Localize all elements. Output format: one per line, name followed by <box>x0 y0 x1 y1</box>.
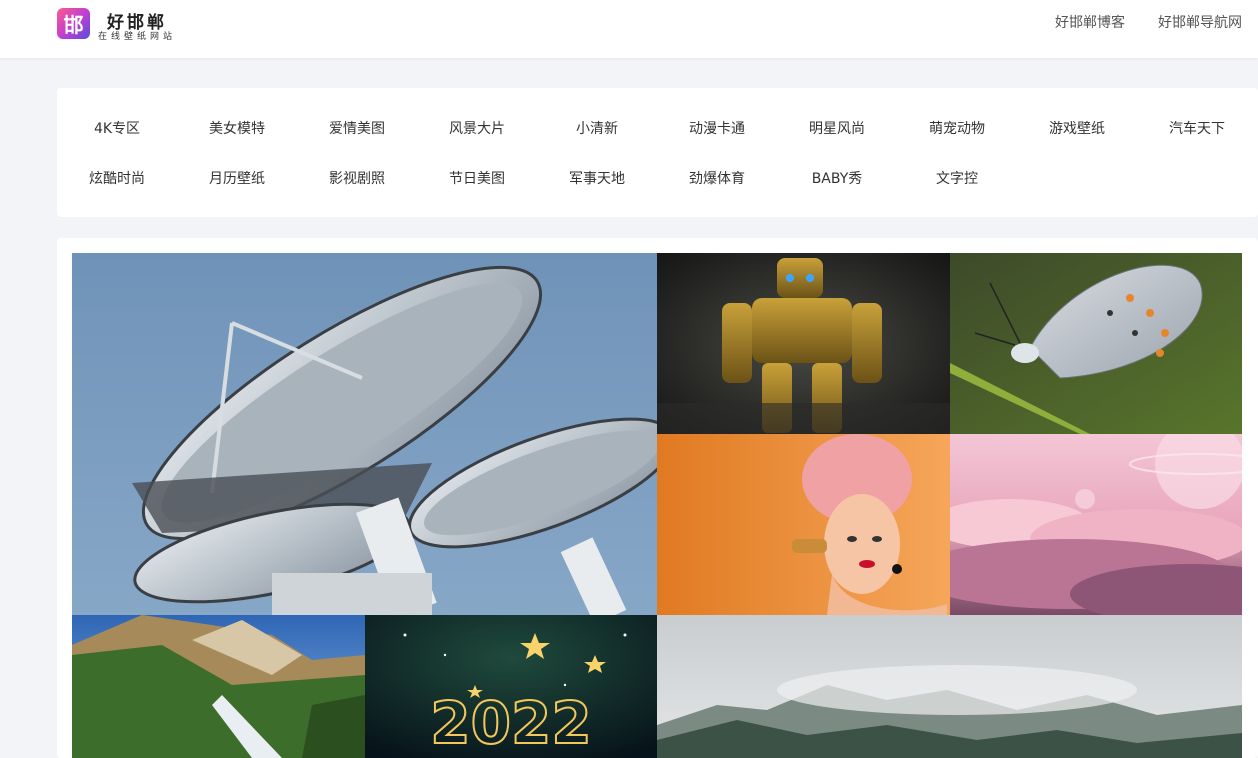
category-military[interactable]: 军事天地 <box>537 168 657 188</box>
site-logo[interactable]: 邯 好邯郸 在线壁纸网站 <box>57 7 197 42</box>
category-pets[interactable]: 萌宠动物 <box>897 118 1017 138</box>
category-film[interactable]: 影视剧照 <box>297 168 417 188</box>
new-year-text: 2022 <box>430 689 591 757</box>
category-sports[interactable]: 劲爆体育 <box>657 168 777 188</box>
category-anime[interactable]: 动漫卡通 <box>657 118 777 138</box>
category-row-1: 4K专区 美女模特 爱情美图 风景大片 小清新 动漫卡通 明星风尚 萌宠动物 游… <box>57 103 1258 153</box>
2022-stars-image: 2022 <box>365 615 657 758</box>
butterfly-image <box>950 253 1242 434</box>
foggy-mountain-image <box>657 615 1242 758</box>
robot-image <box>657 253 950 434</box>
tile-butterfly[interactable] <box>950 253 1242 434</box>
tile-pink-hair-woman[interactable] <box>657 434 950 615</box>
category-panel: 4K专区 美女模特 爱情美图 风景大片 小清新 动漫卡通 明星风尚 萌宠动物 游… <box>57 88 1258 217</box>
category-text[interactable]: 文字控 <box>897 168 1017 188</box>
category-row-2: 炫酷时尚 月历壁纸 影视剧照 节日美图 军事天地 劲爆体育 BABY秀 文字控 <box>57 153 1258 203</box>
nav-link-navigation[interactable]: 好邯郸导航网 <box>1158 12 1242 32</box>
category-love[interactable]: 爱情美图 <box>297 118 417 138</box>
tile-new-year-2022[interactable]: 2022 <box>365 615 657 758</box>
category-cool-fashion[interactable]: 炫酷时尚 <box>57 168 177 188</box>
category-4k[interactable]: 4K专区 <box>57 118 177 138</box>
tile-mountain-waterfall[interactable] <box>72 615 365 758</box>
category-celebrity[interactable]: 明星风尚 <box>777 118 897 138</box>
category-scenery[interactable]: 风景大片 <box>417 118 537 138</box>
satellite-dish-image <box>72 253 657 615</box>
tile-pink-clouds[interactable] <box>950 434 1242 615</box>
wallpaper-gallery: 2022 <box>57 238 1258 758</box>
tile-misty-mountains[interactable] <box>657 615 1242 758</box>
nav-link-blog[interactable]: 好邯郸博客 <box>1055 12 1125 32</box>
clouds-planet-image <box>950 434 1242 615</box>
tile-satellite-dishes[interactable] <box>72 253 657 615</box>
category-baby[interactable]: BABY秀 <box>777 168 897 188</box>
top-header: 邯 好邯郸 在线壁纸网站 好邯郸博客 好邯郸导航网 <box>0 0 1258 58</box>
logo-subtitle: 在线壁纸网站 <box>98 32 177 42</box>
category-cars[interactable]: 汽车天下 <box>1137 118 1257 138</box>
category-models[interactable]: 美女模特 <box>177 118 297 138</box>
category-calendar[interactable]: 月历壁纸 <box>177 168 297 188</box>
logo-mark-icon: 邯 <box>57 8 90 39</box>
woman-portrait-image <box>657 434 950 615</box>
header-nav: 好邯郸博客 好邯郸导航网 <box>1055 12 1242 32</box>
category-games[interactable]: 游戏壁纸 <box>1017 118 1137 138</box>
tile-robot[interactable] <box>657 253 950 434</box>
mountain-landscape-image <box>72 615 365 758</box>
category-holiday[interactable]: 节日美图 <box>417 168 537 188</box>
category-fresh[interactable]: 小清新 <box>537 118 657 138</box>
